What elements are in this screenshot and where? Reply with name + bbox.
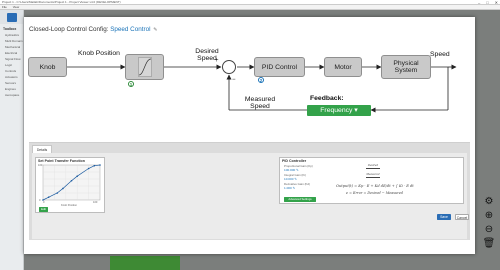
x-axis-label: Knob Position <box>61 204 78 207</box>
block-diagram: Knob Knob Position 1 Desired Speed + − P… <box>24 17 475 137</box>
data-point <box>70 179 73 182</box>
knob-position-label: Knob Position <box>78 50 120 57</box>
fraction-term-2-text: Measured <box>366 173 380 176</box>
toolbox-sidebar: Toolbox Hydraulics Multi Domain Mechanic… <box>0 10 24 270</box>
data-point <box>76 175 78 177</box>
feedback-dropdown[interactable]: Frequency ▾ <box>307 105 371 116</box>
edit-icon: ✎ <box>294 177 297 181</box>
y-min-label: 0 <box>39 199 41 202</box>
edit-icon: ✎ <box>292 186 296 190</box>
fraction-term-2: Measured <box>366 173 380 178</box>
edit-title-icon[interactable]: ✎ <box>153 27 157 33</box>
data-point <box>47 196 50 198</box>
motor-block[interactable]: Motor <box>324 57 362 77</box>
chevron-down-icon: ▾ <box>354 107 358 114</box>
s-curve-icon <box>137 57 152 77</box>
details-panel: Set Point Transfer Function 100 0 0 100 … <box>32 153 467 239</box>
zoom-in-icon[interactable]: ⊕ <box>485 210 493 221</box>
advanced-settings-button[interactable]: Advanced Settings <box>284 197 316 202</box>
data-point <box>62 187 64 190</box>
physical-system-block[interactable]: Physical System <box>381 55 431 79</box>
sidebar-item[interactable]: Aerospace <box>0 92 23 98</box>
derivative-gain-value[interactable]: 1.000 ✎ <box>284 186 295 190</box>
summing-junction <box>222 60 236 74</box>
feedback-title: Feedback: <box>310 95 344 102</box>
edit-transfer-button[interactable]: Edit <box>39 207 48 212</box>
window-title: Project 1 - C:\Users\Matlab\Documents\Pr… <box>2 0 121 4</box>
proportional-gain-text: 100.000 <box>284 168 296 172</box>
fraction-bar <box>366 167 380 169</box>
transfer-badge: 1 <box>128 81 134 87</box>
pid-controller-card: PID Controller Proportional Gain (Kp) 10… <box>279 157 464 204</box>
set-point-card: Set Point Transfer Function 100 0 0 100 … <box>35 157 105 213</box>
sidebar-list: Hydraulics Multi Domain Mechanical Elect… <box>0 32 23 98</box>
plot-area <box>42 164 101 201</box>
fraction-bar <box>366 176 380 178</box>
menu-file[interactable]: File <box>2 5 7 9</box>
control-config-dialog: Closed-Loop Control Config: Speed Contro… <box>24 17 475 254</box>
dialog-title-link[interactable]: Speed Control <box>110 26 150 33</box>
x-min-label: 0 <box>43 201 45 204</box>
menu-view[interactable]: View <box>13 5 19 9</box>
sidebar-heading: Toolbox <box>3 27 17 31</box>
measured-speed-label: Measured Speed <box>244 96 276 110</box>
data-point <box>56 192 59 194</box>
data-point <box>99 164 101 166</box>
dialog-title-prefix: Closed-Loop Control Config: <box>29 26 109 33</box>
zoom-out-icon[interactable]: ⊖ <box>485 224 493 235</box>
settings-icon[interactable]: ⚙ <box>485 196 494 207</box>
y-max-label: 100 <box>38 164 43 167</box>
trash-icon[interactable]: 🗑 <box>483 238 496 249</box>
fraction-term-1-text: Desired <box>367 164 379 167</box>
sidebar-header <box>0 10 23 24</box>
canvas-component[interactable] <box>110 256 180 270</box>
tab-details[interactable]: Details <box>32 145 52 153</box>
transfer-function-block[interactable] <box>125 54 164 80</box>
pid-badge: 2 <box>258 77 264 83</box>
home-icon[interactable] <box>6 12 17 22</box>
knob-block[interactable]: Knob <box>28 57 67 77</box>
data-point <box>93 164 96 167</box>
data-point <box>87 167 90 170</box>
save-button[interactable]: Save <box>437 214 451 220</box>
proportional-gain-value[interactable]: 100.000 ✎ <box>284 168 299 172</box>
speed-output-label: Speed <box>430 51 450 58</box>
cancel-button[interactable]: Cancel <box>455 214 469 220</box>
pid-control-block[interactable]: PID Control <box>254 57 305 77</box>
pid-card-title: PID Controller <box>282 159 307 163</box>
error-equation: e = Error = Desired − Measured <box>346 191 403 195</box>
integral-gain-value[interactable]: 10.000 ✎ <box>284 177 297 181</box>
plus-sign: + <box>215 58 219 64</box>
desired-speed-label: Desired Speed <box>195 48 219 62</box>
edit-icon: ✎ <box>296 168 299 172</box>
pid-output-equation: Output(t) = Kp · E + Kd dE/dt + ∫ Ki · E… <box>336 184 414 188</box>
minus-sign: − <box>232 77 236 83</box>
feedback-selected: Frequency <box>320 107 353 114</box>
details-tab-container: Details Set Point Transfer Function 100 … <box>29 142 470 240</box>
fraction-term-1: Desired <box>366 164 380 169</box>
x-max-label: 100 <box>93 201 98 204</box>
integral-gain-text: 10.000 <box>284 177 294 181</box>
dialog-title: Closed-Loop Control Config: Speed Contro… <box>29 26 157 33</box>
derivative-gain-text: 1.000 <box>284 186 292 190</box>
canvas-toolbar: ⚙ ⊕ ⊖ 🗑 <box>482 196 496 249</box>
